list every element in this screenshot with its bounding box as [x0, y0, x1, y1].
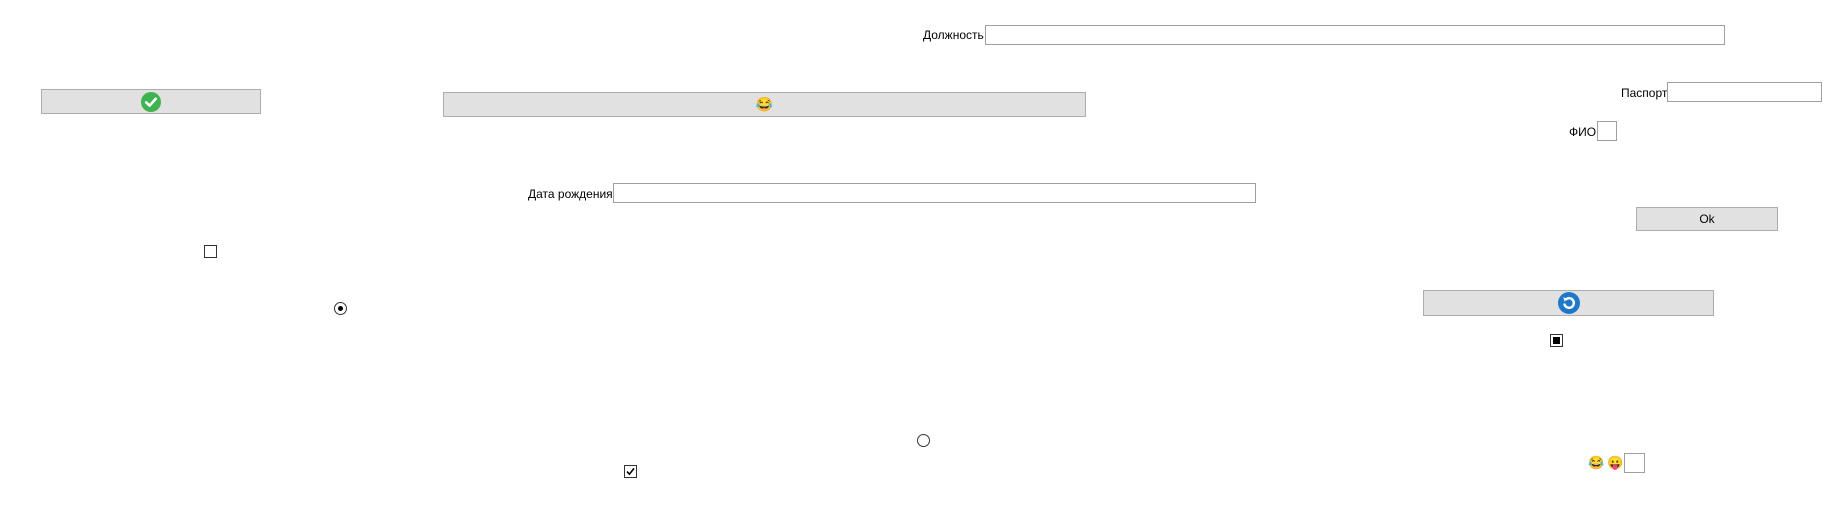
check-circle-icon	[141, 91, 161, 112]
left-checkbox[interactable]	[204, 245, 217, 258]
refresh-icon	[1557, 292, 1580, 314]
passport-label: Паспорт	[1621, 86, 1668, 100]
indeterminate-mark	[1553, 337, 1560, 344]
laughing-emoji-icon: 😂	[1588, 455, 1605, 470]
full-name-field[interactable]	[1597, 121, 1617, 141]
birth-date-label: Дата рождения	[528, 187, 613, 201]
passport-field[interactable]	[1667, 82, 1822, 102]
center-radio-button[interactable]	[917, 434, 930, 447]
radio-selected-dot	[338, 306, 343, 311]
position-label: Должность	[923, 28, 984, 42]
refresh-icon-button[interactable]	[1423, 290, 1714, 316]
laughing-emoji-icon: 😂	[755, 96, 774, 112]
checkmark-icon	[626, 467, 635, 476]
confirm-icon-button[interactable]	[41, 89, 261, 114]
birth-date-field[interactable]	[613, 183, 1256, 203]
full-name-label: ФИО	[1569, 125, 1597, 139]
small-input-field[interactable]	[1624, 453, 1645, 473]
position-field[interactable]	[985, 25, 1725, 45]
bottom-checkbox[interactable]	[624, 465, 637, 478]
emoji-button[interactable]: 😂	[443, 92, 1086, 117]
tongue-emoji-icon: 😛	[1607, 455, 1624, 470]
left-radio-button[interactable]	[334, 302, 347, 315]
right-checkbox[interactable]	[1550, 334, 1563, 347]
ok-button[interactable]: Ok	[1636, 207, 1778, 231]
